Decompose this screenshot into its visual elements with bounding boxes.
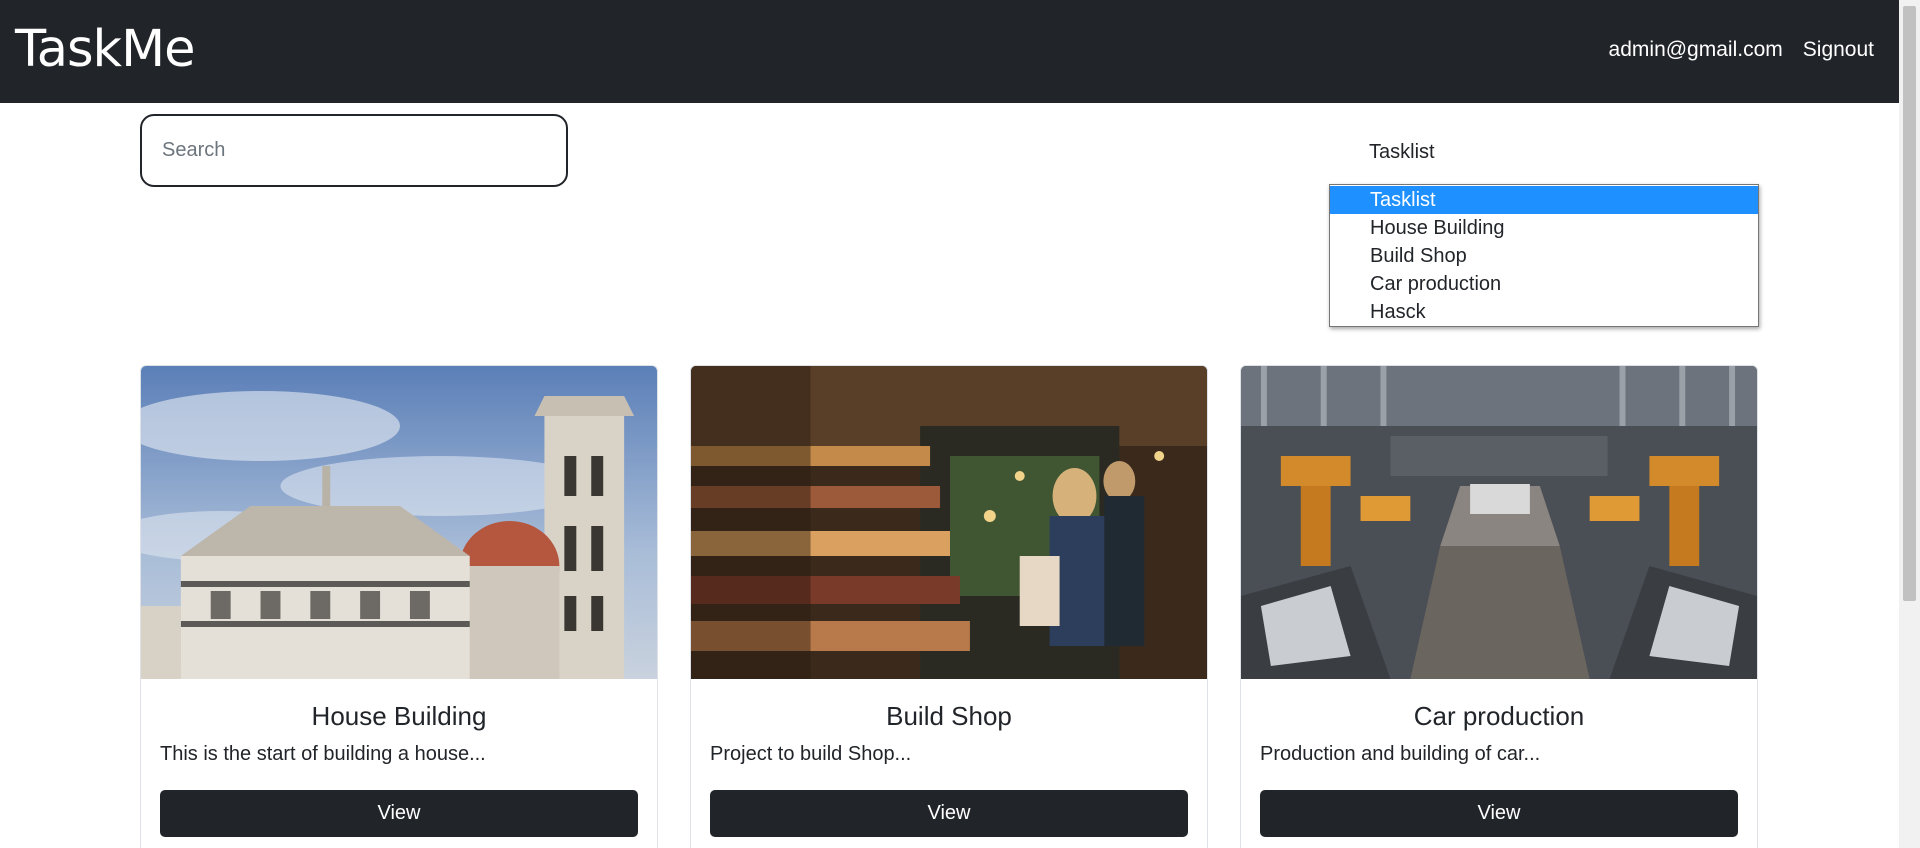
card-title: Build Shop xyxy=(886,701,1012,731)
navbar-right: admin@gmail.com Signout xyxy=(1609,36,1874,64)
signout-link[interactable]: Signout xyxy=(1803,36,1874,64)
card-description: Project to build Shop... xyxy=(710,743,912,765)
card-image xyxy=(141,366,657,679)
card-title: Car production xyxy=(1413,701,1585,731)
tasklist-select-value[interactable]: Tasklist xyxy=(1369,138,1435,166)
view-button[interactable]: View xyxy=(710,790,1188,837)
card-title: House Building xyxy=(311,701,487,731)
card-description: This is the start of building a house... xyxy=(160,743,486,765)
project-card: Build Shop Project to build Shop... View xyxy=(690,365,1208,848)
tasklist-option[interactable]: House Building xyxy=(1330,214,1758,242)
card-description: Production and building of car... xyxy=(1260,743,1541,765)
tasklist-option[interactable]: Hasck xyxy=(1330,298,1758,326)
view-button[interactable]: View xyxy=(1260,790,1738,837)
search-input[interactable] xyxy=(140,114,568,187)
tasklist-option[interactable]: Build Shop xyxy=(1330,242,1758,270)
user-email-link[interactable]: admin@gmail.com xyxy=(1609,36,1783,64)
page: TaskMe admin@gmail.com Signout Tasklist … xyxy=(0,0,1920,848)
tasklist-option[interactable]: Car production xyxy=(1330,270,1758,298)
card-image xyxy=(691,366,1207,679)
brand-logo[interactable]: TaskMe xyxy=(15,20,195,80)
project-card: Car production Production and building o… xyxy=(1240,365,1758,848)
navbar: TaskMe admin@gmail.com Signout xyxy=(0,0,1899,103)
view-button[interactable]: View xyxy=(160,790,638,837)
tasklist-dropdown: Tasklist House Building Build Shop Car p… xyxy=(1329,184,1759,327)
project-card: House Building This is the start of buil… xyxy=(140,365,658,848)
tasklist-option[interactable]: Tasklist xyxy=(1330,186,1758,214)
card-image xyxy=(1241,366,1757,679)
scrollbar-thumb[interactable] xyxy=(1903,6,1916,601)
